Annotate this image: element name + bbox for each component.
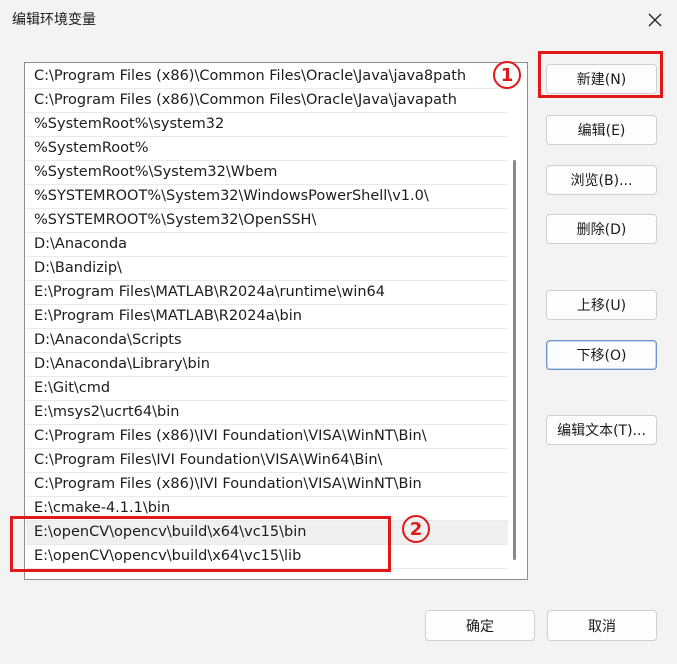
list-item[interactable]: D:\Anaconda\Scripts <box>26 329 508 353</box>
list-item[interactable]: E:\Program Files\MATLAB\R2024a\runtime\w… <box>26 281 508 305</box>
list-item[interactable]: D:\Anaconda <box>26 233 508 257</box>
list-item[interactable]: %SYSTEMROOT%\System32\WindowsPowerShell\… <box>26 185 508 209</box>
cancel-button[interactable]: 取消 <box>547 610 657 641</box>
edit-env-variable-dialog: 编辑环境变量 C:\Program Files (x86)\Common Fil… <box>0 0 677 664</box>
list-item[interactable]: %SystemRoot%\System32\Wbem <box>26 161 508 185</box>
list-scrollbar-thumb[interactable] <box>513 160 516 560</box>
list-item[interactable]: E:\msys2\ucrt64\bin <box>26 401 508 425</box>
delete-button[interactable]: 删除(D) <box>546 214 657 244</box>
move-down-button[interactable]: 下移(O) <box>546 340 657 370</box>
list-item[interactable]: %SYSTEMROOT%\System32\OpenSSH\ <box>26 209 508 233</box>
annotation-marker-2: 2 <box>402 515 430 543</box>
list-item[interactable]: C:\Program Files\IVI Foundation\VISA\Win… <box>26 449 508 473</box>
list-item[interactable]: C:\Program Files (x86)\IVI Foundation\VI… <box>26 425 508 449</box>
list-item[interactable]: E:\Git\cmd <box>26 377 508 401</box>
list-item[interactable]: %SystemRoot% <box>26 137 508 161</box>
list-item[interactable]: C:\Program Files (x86)\Common Files\Orac… <box>26 65 508 89</box>
edit-button[interactable]: 编辑(E) <box>546 115 657 145</box>
list-item[interactable]: D:\Anaconda\Library\bin <box>26 353 508 377</box>
list-item[interactable]: D:\Bandizip\ <box>26 257 508 281</box>
list-item[interactable]: %SystemRoot%\system32 <box>26 113 508 137</box>
close-button[interactable] <box>641 6 669 34</box>
close-icon <box>648 13 662 27</box>
edit-text-button[interactable]: 编辑文本(T)... <box>546 415 657 445</box>
list-item[interactable]: C:\Program Files (x86)\Common Files\Orac… <box>26 89 508 113</box>
window-title: 编辑环境变量 <box>12 12 96 28</box>
list-item[interactable]: E:\Program Files\MATLAB\R2024a\bin <box>26 305 508 329</box>
annotation-box-opencv-paths <box>10 516 391 572</box>
annotation-box-new-button <box>538 51 663 98</box>
browse-button[interactable]: 浏览(B)... <box>546 165 657 195</box>
annotation-marker-1: 1 <box>493 61 521 89</box>
path-list[interactable]: C:\Program Files (x86)\Common Files\Orac… <box>24 62 528 580</box>
move-up-button[interactable]: 上移(U) <box>546 290 657 320</box>
list-item[interactable]: C:\Program Files (x86)\IVI Foundation\VI… <box>26 473 508 497</box>
ok-button[interactable]: 确定 <box>425 610 535 641</box>
